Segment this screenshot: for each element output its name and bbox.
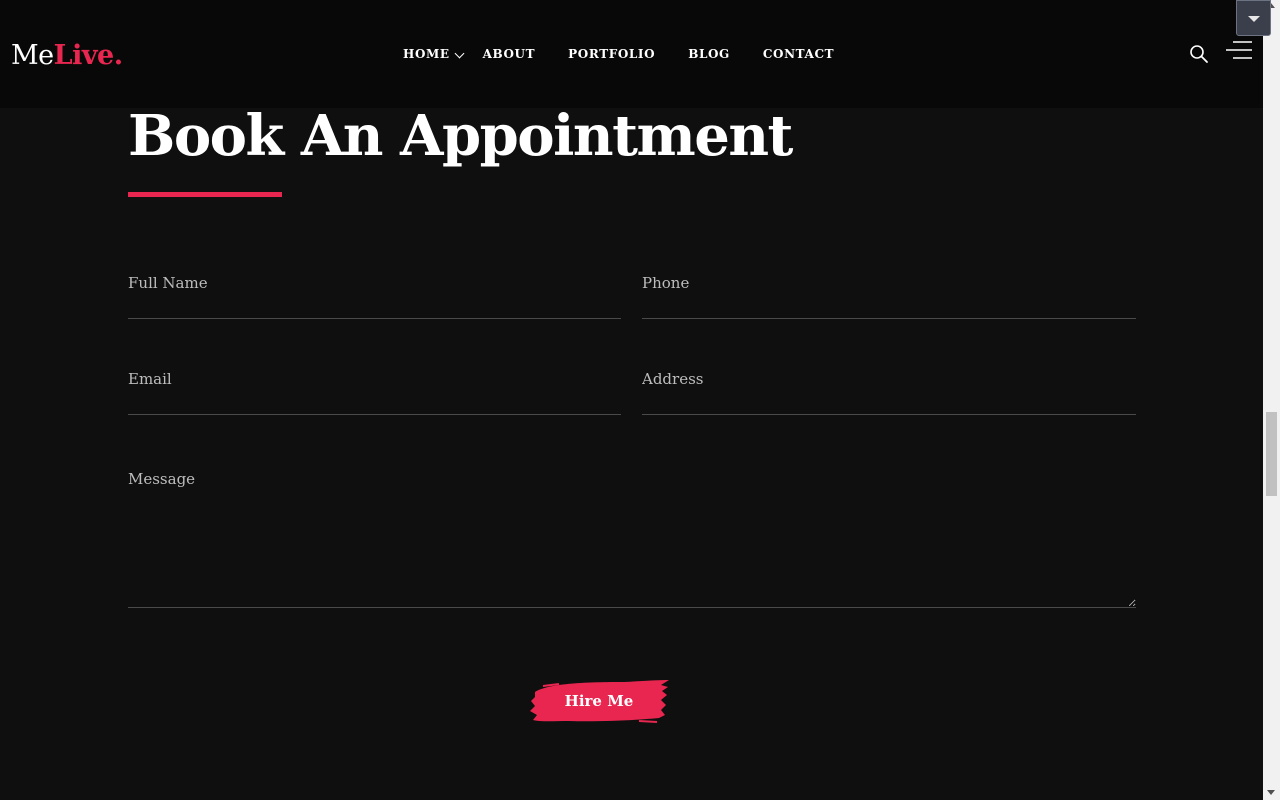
hire-me-label: Hire Me (564, 692, 634, 710)
phone-input[interactable] (642, 270, 1136, 319)
chevron-down-icon (454, 48, 465, 59)
nav-item-portfolio[interactable]: PORTFOLIO (568, 47, 655, 61)
logo-me-text: Me (11, 40, 54, 71)
scroll-thumb[interactable] (1266, 412, 1277, 496)
full-name-input[interactable] (128, 270, 621, 319)
hire-me-button[interactable]: Hire Me (529, 678, 671, 724)
nav-item-contact[interactable]: CONTACT (763, 47, 834, 61)
message-textarea[interactable] (128, 469, 1136, 608)
scroll-down-arrow-icon[interactable] (1267, 790, 1275, 795)
main-nav: HOME ABOUT PORTFOLIO BLOG CONTACT (403, 44, 834, 64)
address-input[interactable] (642, 366, 1136, 415)
email-input[interactable] (128, 366, 621, 415)
nav-item-about[interactable]: ABOUT (483, 47, 536, 61)
nav-item-home-label: HOME (403, 47, 450, 61)
site-logo[interactable]: MeLive. (11, 36, 123, 76)
site-header: MeLive. HOME ABOUT PORTFOLIO BLOG CONTAC… (0, 0, 1263, 108)
corner-dropdown-button[interactable] (1236, 0, 1271, 36)
search-button[interactable] (1189, 44, 1209, 64)
nav-item-home[interactable]: HOME (403, 47, 465, 61)
hamburger-menu-icon (1226, 41, 1252, 59)
title-underline (128, 192, 282, 197)
hamburger-menu-button[interactable] (1225, 40, 1253, 62)
page: MeLive. HOME ABOUT PORTFOLIO BLOG CONTAC… (0, 0, 1263, 800)
page-title: Book An Appointment (128, 103, 793, 169)
caret-down-icon (1248, 16, 1260, 22)
search-icon (1190, 45, 1208, 63)
page-scrollbar[interactable] (1263, 0, 1280, 800)
logo-live-text: Live. (53, 40, 124, 71)
nav-item-blog[interactable]: BLOG (688, 47, 730, 61)
